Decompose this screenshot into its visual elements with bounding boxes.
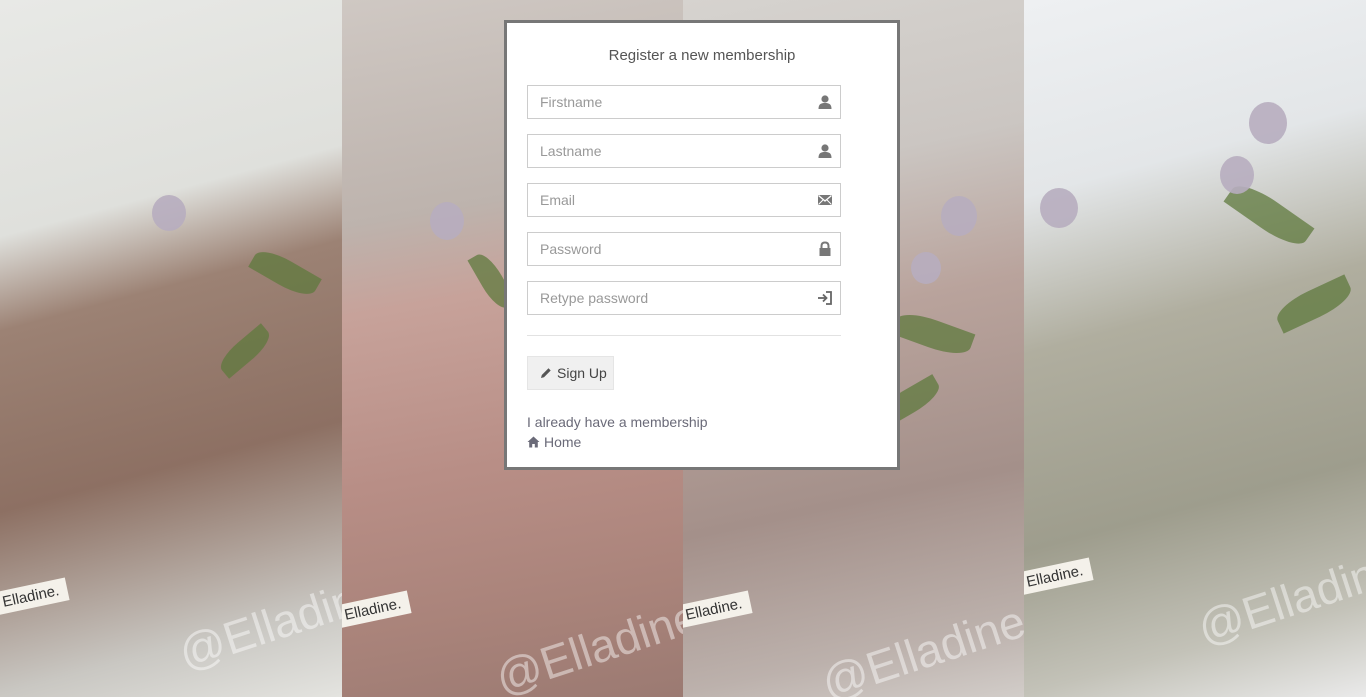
email-field-group (527, 183, 841, 217)
password-field-group (527, 232, 841, 266)
password-input[interactable] (527, 232, 841, 266)
flower-bud (430, 202, 464, 240)
retype-password-field-group (527, 281, 841, 315)
register-box: Register a new membership Firstname Last… (504, 20, 900, 470)
register-form: Sign Up (527, 85, 877, 390)
brand-tag: Elladine. (683, 590, 753, 629)
register-title: Register a new membership (608, 47, 796, 64)
leaf-decoration (248, 244, 322, 302)
flower-bud (1040, 188, 1078, 228)
lock-icon (819, 241, 831, 256)
form-divider (527, 335, 841, 336)
watermark: @Elladine (172, 564, 342, 680)
firstname-field-group (527, 85, 841, 119)
leaf-decoration (214, 323, 276, 379)
lastname-input[interactable] (527, 134, 841, 168)
background-panel-1: Elladine. @Elladine (0, 0, 342, 697)
watermark: @Elladine (489, 589, 683, 697)
brand-tag: Elladine. (0, 577, 70, 616)
home-link[interactable]: Home (527, 432, 877, 452)
watermark: @Elladine (815, 594, 1024, 697)
brand-tag: Elladine. (1024, 557, 1094, 596)
pencil-icon (541, 368, 551, 378)
retype-password-input[interactable] (527, 281, 841, 315)
membership-link[interactable]: I already have a membership (527, 412, 877, 432)
home-icon (527, 436, 540, 448)
flower-bud (1249, 102, 1287, 144)
leaf-decoration (890, 307, 976, 361)
firstname-input[interactable] (527, 85, 841, 119)
register-links: I already have a membership Home (527, 412, 877, 452)
email-input[interactable] (527, 183, 841, 217)
brand-tag: Elladine. (342, 590, 412, 629)
flower-bud (152, 195, 186, 231)
sign-up-button[interactable]: Sign Up (527, 356, 614, 390)
envelope-icon (818, 195, 832, 205)
login-icon (818, 291, 832, 305)
user-icon (818, 95, 832, 109)
flower-bud (1220, 156, 1254, 194)
home-link-label: Home (544, 434, 582, 450)
lastname-field-group (527, 134, 841, 168)
leaf-decoration (1271, 274, 1357, 334)
sign-up-label: Sign Up (557, 365, 607, 381)
watermark: @Elladine (1191, 539, 1366, 655)
background-panel-4: Elladine. @Elladine (1024, 0, 1366, 697)
user-icon (818, 144, 832, 158)
flower-bud (911, 252, 941, 284)
flower-bud (941, 196, 977, 236)
